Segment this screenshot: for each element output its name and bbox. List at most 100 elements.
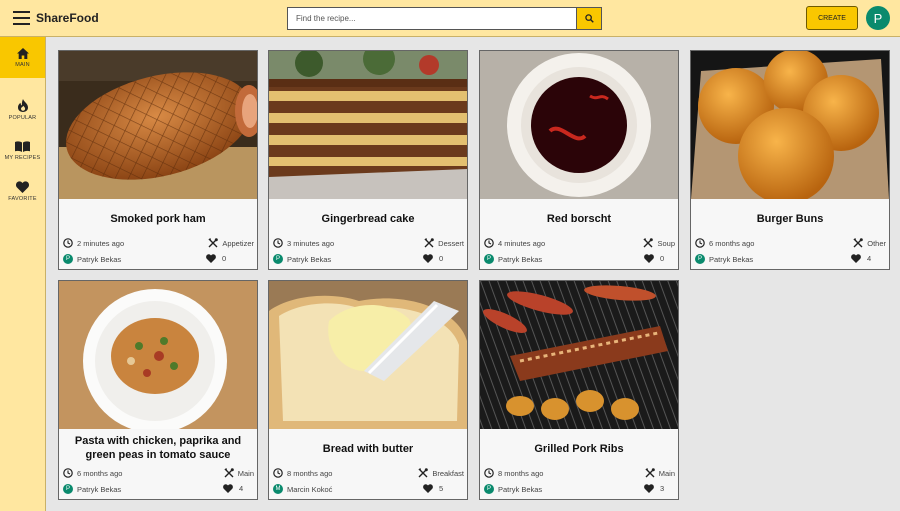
recipe-author-name: Patryk Bekas [498,484,543,494]
recipe-category: Other [853,238,886,248]
recipe-author: P Patryk Bekas [63,484,121,494]
recipe-likes: 4 [223,484,243,493]
recipe-category-text: Main [237,468,254,478]
recipe-likes: 0 [206,254,226,263]
sidebar: MAIN POPULAR MY RECIPES FAVORITE [0,37,46,511]
recipe-author-name: Marcin Kokoć [287,484,333,494]
recipe-title: Burger Buns [756,213,824,225]
recipe-image [480,281,678,429]
author-avatar: P [273,254,283,264]
clock-icon [484,238,494,248]
recipe-card[interactable]: Grilled Pork Ribs 8 months ago Main P Pa… [479,280,679,500]
recipe-card[interactable]: Gingerbread cake 3 minutes ago Dessert P… [268,50,468,270]
heart-icon[interactable] [206,254,216,263]
user-avatar[interactable]: P [866,6,890,30]
recipe-time-text: 3 minutes ago [287,238,335,248]
recipe-time: 8 months ago [484,468,543,478]
author-avatar: P [695,254,705,264]
recipe-image [59,281,257,429]
recipe-card[interactable]: Smoked pork ham 2 minutes ago Appetizer … [58,50,258,270]
recipe-likes-count: 0 [439,254,444,263]
recipe-card[interactable]: Red borscht 4 minutes ago Soup P Patryk … [479,50,679,270]
recipe-author-name: Patryk Bekas [709,254,754,264]
recipe-time: 3 minutes ago [273,238,334,248]
recipe-card[interactable]: Bread with butter 8 months ago Breakfast… [268,280,468,500]
recipe-author-name: Patryk Bekas [498,254,543,264]
recipe-time: 4 minutes ago [484,238,545,248]
recipe-category-text: Dessert [438,238,464,248]
recipe-likes: 4 [851,254,871,263]
recipe-author: M Marcin Kokoć [273,484,332,494]
sidebar-item-label: MY RECIPES [4,154,41,161]
recipe-category: Dessert [424,238,464,248]
sidebar-item-popular[interactable]: POPULAR [0,89,45,130]
top-bar: ShareFood CREATE P [0,0,900,37]
heart-icon[interactable] [423,484,433,493]
brand-name[interactable]: ShareFood [36,11,99,25]
recipe-category-text: Breakfast [432,468,464,478]
recipe-title: Red borscht [546,213,612,225]
clock-icon [695,238,705,248]
heart-icon[interactable] [223,484,233,493]
recipe-image [480,51,678,199]
clock-icon [273,238,283,248]
recipe-time: 2 minutes ago [63,238,124,248]
recipe-likes-count: 5 [439,484,444,493]
recipe-category-text: Other [867,238,886,248]
clock-icon [484,468,494,478]
heart-icon[interactable] [851,254,861,263]
sidebar-item-label: MAIN [15,61,30,68]
utensils-icon [208,238,219,248]
recipe-time-text: 4 minutes ago [498,238,546,248]
recipe-time-text: 2 minutes ago [77,238,125,248]
search-input[interactable] [287,7,577,30]
sidebar-item-my-recipes[interactable]: MY RECIPES [0,130,45,171]
book-icon [15,140,30,152]
recipe-author-name: Patryk Bekas [77,484,122,494]
recipe-image [59,51,257,199]
sidebar-item-label: POPULAR [8,114,37,121]
recipe-card[interactable]: Pasta with chicken, paprika and green pe… [58,280,258,500]
recipe-category-text: Soup [657,238,675,248]
recipe-category: Soup [643,238,675,248]
recipe-author: P Patryk Bekas [695,254,753,264]
author-avatar: P [63,484,73,494]
recipe-likes-count: 0 [222,254,227,263]
recipe-title: Bread with butter [322,443,414,455]
author-avatar: P [484,484,494,494]
heart-icon [16,181,29,193]
recipe-author: P Patryk Bekas [63,254,121,264]
recipe-likes-count: 0 [660,254,665,263]
recipe-category: Main [224,468,254,478]
recipe-time-text: 8 months ago [498,468,544,478]
recipe-likes: 5 [423,484,443,493]
sidebar-item-label: FAVORITE [8,196,37,202]
recipe-likes-count: 4 [867,254,872,263]
author-avatar: P [484,254,494,264]
search-bar [287,7,602,30]
recipe-category-text: Appetizer [222,238,254,248]
recipe-time-text: 8 months ago [287,468,333,478]
search-icon [584,14,594,23]
recipe-title: Smoked pork ham [110,213,206,225]
create-button[interactable]: CREATE [806,6,858,30]
clock-icon [63,238,73,248]
menu-icon[interactable] [13,11,30,25]
recipe-title: Pasta with chicken, paprika and green pe… [74,435,242,461]
recipe-title: Grilled Pork Ribs [534,443,624,455]
recipe-time: 6 months ago [695,238,754,248]
sidebar-item-main[interactable]: MAIN [0,37,45,78]
recipe-likes-count: 3 [660,484,665,493]
recipe-likes-count: 4 [239,484,244,493]
sidebar-item-favorite[interactable]: FAVORITE [0,171,45,212]
recipe-category: Breakfast [418,468,464,478]
search-button[interactable] [576,7,602,30]
recipe-time-text: 6 months ago [709,238,755,248]
recipe-image [691,51,889,199]
recipe-card[interactable]: Burger Buns 6 months ago Other P Patryk … [690,50,890,270]
heart-icon[interactable] [644,254,654,263]
recipe-image [269,51,467,199]
heart-icon[interactable] [423,254,433,263]
heart-icon[interactable] [644,484,654,493]
utensils-icon [224,468,234,478]
